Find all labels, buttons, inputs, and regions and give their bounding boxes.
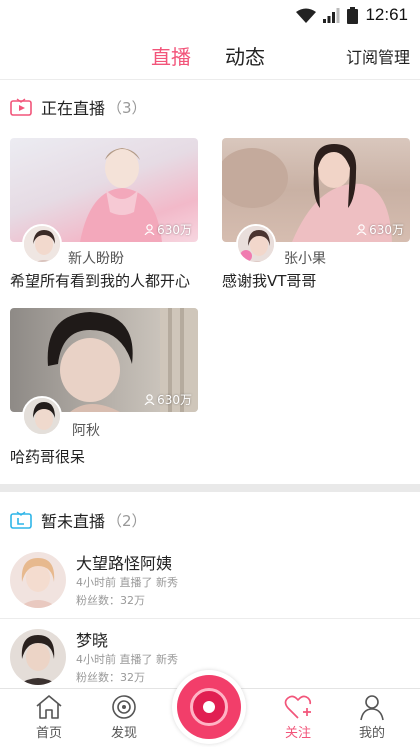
live-section-title: 正在直播 xyxy=(41,99,106,118)
tab-discover-label: 发现 xyxy=(110,726,137,741)
tab-home-label: 首页 xyxy=(35,726,62,741)
live-caption: 感谢我VT哥哥 xyxy=(222,272,317,290)
last-live-meta: 4小时前 直播了 新秀 xyxy=(76,653,178,666)
list-item[interactable]: 大望路怪阿姨 4小时前 直播了 新秀 粉丝数：32万 xyxy=(0,543,420,619)
streamer-name: 新人盼盼 xyxy=(68,251,124,267)
viewer-icon xyxy=(356,224,367,235)
tab-moments[interactable]: 动态 xyxy=(225,41,265,70)
home-icon xyxy=(36,695,62,719)
tab-discover[interactable]: 发现 xyxy=(94,693,154,741)
viewer-number: 630万 xyxy=(369,223,404,237)
live-tv-icon xyxy=(10,98,32,116)
last-live-meta: 4小时前 直播了 新秀 xyxy=(76,576,178,589)
live-section-count: （3） xyxy=(107,98,147,117)
live-card[interactable]: 630万 张小果 感谢我VT哥哥 xyxy=(222,138,410,290)
signal-icon xyxy=(323,7,340,23)
start-live-button[interactable] xyxy=(172,670,246,744)
viewer-number: 630万 xyxy=(157,223,192,237)
viewer-count: 630万 xyxy=(356,221,404,238)
user-icon xyxy=(360,695,384,721)
discover-icon xyxy=(112,695,136,719)
wifi-icon xyxy=(296,8,317,23)
fan-count: 粉丝数：32万 xyxy=(76,594,145,607)
viewer-count: 630万 xyxy=(144,391,192,408)
live-caption: 希望所有看到我的人都开心 xyxy=(10,272,191,290)
live-card[interactable]: 630万 新人盼盼 希望所有看到我的人都开心 xyxy=(10,138,198,290)
offline-section-title: 暂未直播 xyxy=(41,512,106,531)
avatar[interactable] xyxy=(22,396,62,436)
avatar[interactable] xyxy=(22,224,62,264)
viewer-icon xyxy=(144,224,155,235)
tab-follow-label: 关注 xyxy=(284,726,311,741)
tab-home[interactable]: 首页 xyxy=(19,693,79,741)
tab-profile-label: 我的 xyxy=(358,726,385,741)
subscription-manage-button[interactable]: 订阅管理 xyxy=(346,44,410,68)
tab-live[interactable]: 直播 xyxy=(151,41,191,70)
section-divider xyxy=(0,484,420,492)
streamer-name: 梦晓 xyxy=(76,631,109,650)
live-card[interactable]: 630万 阿秋 哈药哥很呆 xyxy=(10,308,198,466)
offline-section-header: 暂未直播 （2） xyxy=(0,497,420,543)
avatar[interactable] xyxy=(10,629,66,685)
viewer-number: 630万 xyxy=(157,393,192,407)
live-caption: 哈药哥很呆 xyxy=(10,448,86,466)
record-icon xyxy=(177,675,241,739)
live-section-header: 正在直播 （3） xyxy=(0,84,420,130)
status-bar: 12:61 xyxy=(0,0,420,30)
streamer-name: 阿秋 xyxy=(72,423,100,439)
offline-section-count: （2） xyxy=(107,511,147,530)
fan-count: 粉丝数：32万 xyxy=(76,671,145,684)
viewer-icon xyxy=(144,394,155,405)
status-time: 12:61 xyxy=(365,5,408,24)
streamer-name: 张小果 xyxy=(284,251,326,267)
avatar[interactable] xyxy=(236,224,276,264)
tab-follow[interactable]: 关注 xyxy=(268,693,328,741)
streamer-name: 大望路怪阿姨 xyxy=(76,554,173,573)
viewer-count: 630万 xyxy=(144,221,192,238)
battery-icon xyxy=(347,6,359,24)
offline-tv-icon xyxy=(10,511,32,529)
avatar[interactable] xyxy=(10,552,66,608)
top-nav: 直播 动态 订阅管理 xyxy=(0,30,420,80)
tab-profile[interactable]: 我的 xyxy=(342,693,402,741)
heart-plus-icon xyxy=(284,695,312,719)
